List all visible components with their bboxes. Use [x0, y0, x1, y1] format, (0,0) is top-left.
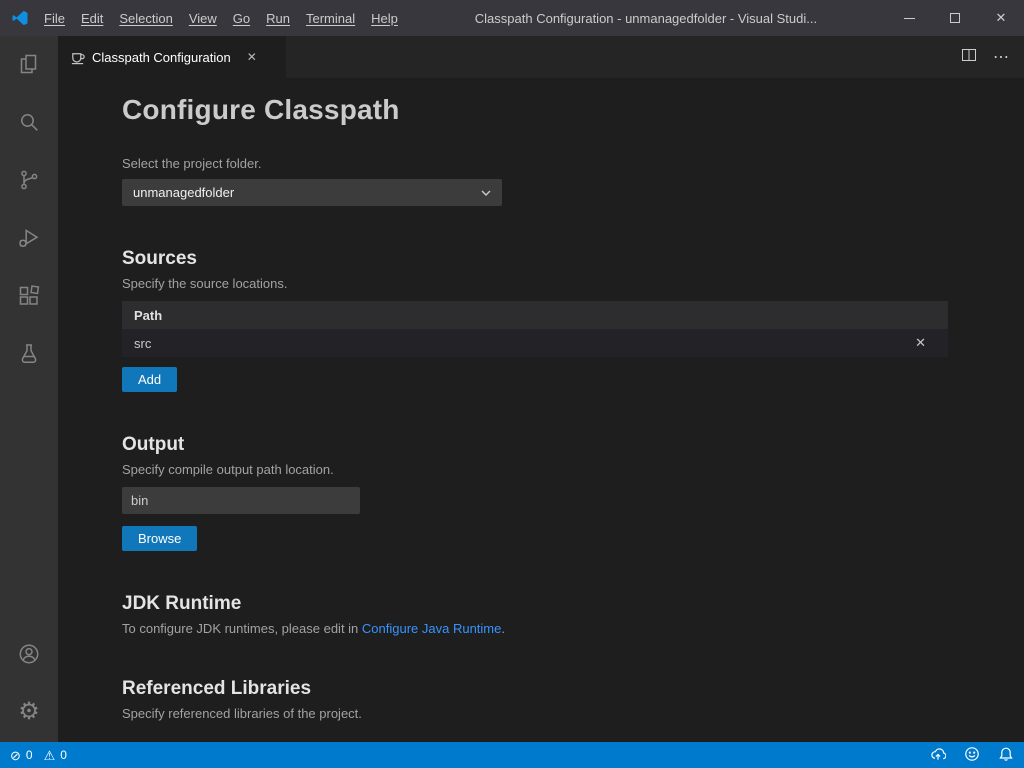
activity-settings[interactable]: ⚙: [0, 688, 58, 736]
menu-go[interactable]: Go: [225, 7, 258, 30]
remove-source-icon[interactable]: ✕: [915, 335, 926, 351]
project-folder-label: Select the project folder.: [122, 156, 948, 171]
git-branch-icon: [17, 168, 41, 192]
project-folder-select[interactable]: unmanagedfolder: [122, 179, 502, 206]
output-path-input[interactable]: [122, 487, 360, 514]
referenced-libraries-heading: Referenced Libraries: [122, 678, 948, 700]
editor-area: Classpath Configuration ✕ ⋯ Configure Cl…: [58, 36, 1024, 742]
beaker-icon: [17, 342, 41, 366]
browse-output-button[interactable]: Browse: [122, 526, 197, 551]
jdk-runtime-description: To configure JDK runtimes, please edit i…: [122, 621, 948, 636]
menubar: File Edit Selection View Go Run Terminal…: [36, 7, 406, 30]
menu-view[interactable]: View: [181, 7, 225, 30]
jdk-text-before: To configure JDK runtimes, please edit i…: [122, 621, 362, 636]
sources-table-header: Path: [122, 301, 948, 329]
sources-heading: Sources: [122, 248, 948, 270]
menu-terminal[interactable]: Terminal: [298, 7, 363, 30]
activity-testing[interactable]: [0, 330, 58, 378]
jdk-text-after: .: [501, 621, 505, 636]
source-row[interactable]: src ✕: [122, 329, 948, 357]
problems-status[interactable]: ⊘ 0 ⚠ 0: [10, 748, 73, 762]
tab-close-icon[interactable]: ✕: [247, 50, 257, 64]
menu-selection[interactable]: Selection: [111, 7, 180, 30]
vscode-logo-icon: [10, 8, 30, 28]
editor-actions: ⋯: [961, 36, 1024, 78]
menu-file[interactable]: File: [36, 7, 73, 30]
path-column-header: Path: [134, 308, 162, 323]
activity-run-debug[interactable]: [0, 214, 58, 262]
activity-bar: ⚙: [0, 36, 58, 742]
run-debug-icon: [17, 226, 41, 250]
source-path-value: src: [134, 336, 151, 351]
window-controls: ✕: [886, 0, 1024, 36]
cloud-upload-icon[interactable]: [930, 746, 946, 765]
tab-label: Classpath Configuration: [92, 50, 231, 65]
output-heading: Output: [122, 434, 948, 456]
output-description: Specify compile output path location.: [122, 462, 948, 477]
classpath-tab-icon: [70, 50, 85, 65]
sources-table: Path src ✕: [122, 301, 948, 357]
configure-java-runtime-link[interactable]: Configure Java Runtime: [362, 621, 501, 636]
warnings-count: 0: [60, 748, 67, 762]
errors-icon: ⊘: [10, 749, 21, 762]
maximize-icon: [950, 13, 960, 23]
minimize-button[interactable]: [886, 0, 932, 36]
referenced-libraries-description: Specify referenced libraries of the proj…: [122, 706, 948, 721]
classpath-configuration-page: Configure Classpath Select the project f…: [58, 78, 1024, 742]
page-title: Configure Classpath: [122, 94, 948, 126]
warnings-icon: ⚠: [44, 749, 56, 762]
activity-extensions[interactable]: [0, 272, 58, 320]
maximize-button[interactable]: [932, 0, 978, 36]
bell-icon[interactable]: [998, 746, 1014, 765]
extensions-icon: [17, 284, 41, 308]
sources-description: Specify the source locations.: [122, 276, 948, 291]
tab-classpath-configuration[interactable]: Classpath Configuration ✕: [58, 36, 286, 78]
minimize-icon: [904, 18, 915, 19]
gear-icon: ⚙: [18, 700, 40, 724]
menu-run[interactable]: Run: [258, 7, 298, 30]
tab-bar: Classpath Configuration ✕ ⋯: [58, 36, 1024, 78]
status-bar: ⊘ 0 ⚠ 0: [0, 742, 1024, 768]
feedback-icon[interactable]: [964, 746, 980, 765]
account-icon: [17, 642, 41, 666]
add-source-button[interactable]: Add: [122, 367, 177, 392]
vscode-window: File Edit Selection View Go Run Terminal…: [0, 0, 1024, 768]
jdk-runtime-heading: JDK Runtime: [122, 593, 948, 615]
activity-explorer[interactable]: [0, 40, 58, 88]
menu-help[interactable]: Help: [363, 7, 406, 30]
activity-bar-top: [0, 40, 58, 378]
status-bar-right: [930, 746, 1014, 765]
activity-bar-bottom: ⚙: [0, 630, 58, 736]
activity-search[interactable]: [0, 98, 58, 146]
project-folder-value: unmanagedfolder: [133, 185, 234, 200]
window-title: Classpath Configuration - unmanagedfolde…: [406, 11, 886, 26]
chevron-down-icon: [481, 190, 491, 196]
activity-source-control[interactable]: [0, 156, 58, 204]
search-icon: [17, 110, 41, 134]
split-editor-icon[interactable]: [961, 47, 977, 68]
menu-edit[interactable]: Edit: [73, 7, 111, 30]
activity-account[interactable]: [0, 630, 58, 678]
errors-count: 0: [26, 748, 33, 762]
close-button[interactable]: ✕: [978, 0, 1024, 36]
titlebar: File Edit Selection View Go Run Terminal…: [0, 0, 1024, 36]
files-icon: [17, 52, 41, 76]
more-actions-icon[interactable]: ⋯: [993, 47, 1010, 67]
